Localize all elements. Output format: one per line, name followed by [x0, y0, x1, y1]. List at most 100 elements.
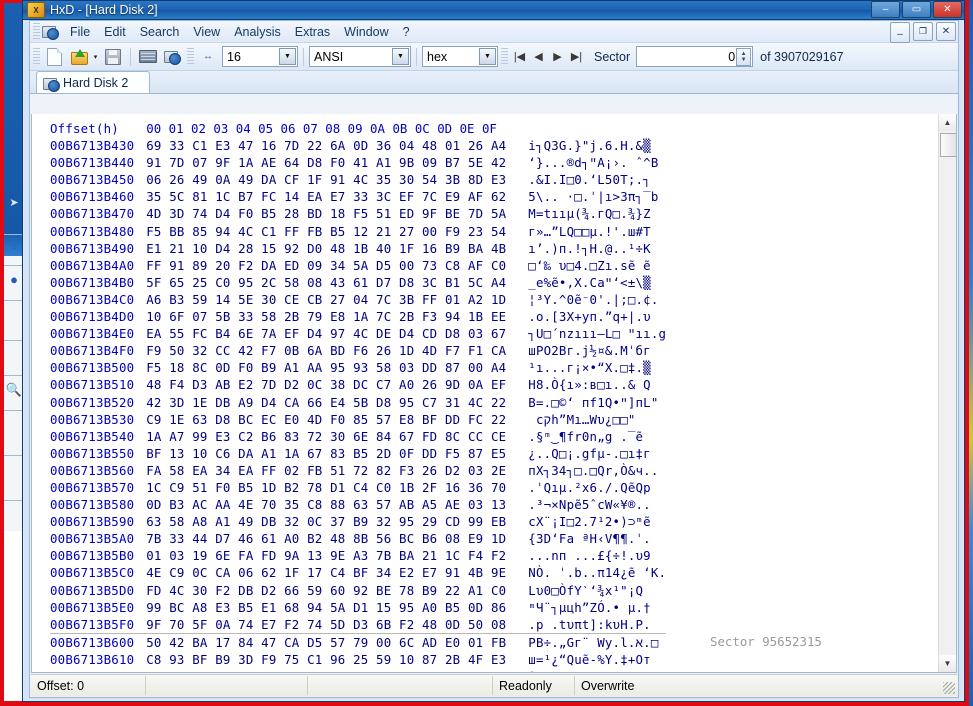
hex-row-ascii[interactable]: шPО2Bг.j½¤&.Mˈбг — [506, 342, 666, 359]
hex-row[interactable]: 00B6713B5F0 9F 70 5F 0A 74 E7 F2 74 5D D3… — [50, 616, 666, 634]
hex-row-bytes[interactable]: 7C 27 2C A7 F5 D4 B9 ED D9 72 CB 3B D7 1… — [146, 668, 506, 672]
mdi-close-button[interactable]: ✕ — [936, 22, 956, 41]
spinner-down-icon[interactable]: ▼ — [741, 57, 747, 63]
open-disk-button[interactable] — [161, 46, 183, 68]
hex-row[interactable]: 00B6713B500 F5 18 8C 0D F0 B9 A1 AA 95 93… — [50, 359, 666, 376]
window-maximize-button[interactable]: ▭ — [902, 1, 931, 18]
chevron-down-icon[interactable]: ▼ — [392, 48, 409, 65]
hex-row-bytes[interactable]: F5 BB 85 94 4C C1 FF FB B5 12 21 27 00 F… — [146, 223, 506, 240]
hex-row-ascii[interactable]: .ˈQıμ.²x6./.QẽQp — [506, 479, 666, 496]
open-file-button[interactable] — [67, 46, 89, 68]
hex-scroll-area[interactable]: Offset(h) 00 01 02 03 04 05 06 07 08 09 … — [32, 114, 939, 672]
hex-row[interactable]: 00B6713B460 35 5C 81 1C B7 FC 14 EA E7 33… — [50, 188, 666, 205]
hex-row-ascii[interactable]: □‘‰ υ□4.□Zı.sẽ ẽ — [506, 257, 666, 274]
hex-row-ascii[interactable]: .&I.I□0.‘L50T;.┐ — [506, 171, 666, 188]
hex-row[interactable]: 00B6713B530 C9 1E 63 D8 BC EC E0 4D F0 85… — [50, 411, 666, 428]
hex-row[interactable]: 00B6713B520 42 3D 1E DB A9 D4 CA 66 E4 5B… — [50, 394, 666, 411]
hex-row[interactable]: 00B6713B5B0 01 03 19 6E FA FD 9A 13 9E A3… — [50, 547, 666, 564]
hex-row-bytes[interactable]: C9 1E 63 D8 BC EC E0 4D F0 85 57 E8 BF D… — [146, 411, 506, 428]
hex-row-ascii[interactable]: i┐Q3G.}"j.6.H.&▒ — [506, 137, 666, 154]
window-close-button[interactable]: ✕ — [933, 1, 962, 18]
hex-row[interactable]: 00B6713B510 48 F4 D3 AB E2 7D D2 0C 38 DC… — [50, 376, 666, 393]
toolbar-gripper-1[interactable] — [33, 48, 40, 65]
goto-next-sector-button[interactable]: ▶ — [548, 47, 567, 67]
number-base-combo[interactable]: hex ▼ — [422, 46, 498, 67]
chevron-down-icon[interactable]: ▼ — [279, 48, 296, 65]
hex-row-bytes[interactable]: BF 13 10 C6 DA A1 1A 67 83 B5 2D 0F DD F… — [146, 445, 506, 462]
scroll-up-button[interactable]: ▲ — [939, 114, 956, 131]
hex-row-ascii[interactable]: г»…”LQ□□μ.!'.ш#T — [506, 223, 666, 240]
hex-row[interactable]: 00B6713B5D0 FD 4C 30 F2 DB D2 66 59 60 92… — [50, 582, 666, 599]
hex-row-bytes[interactable]: 35 5C 81 1C B7 FC 14 EA E7 33 3C EF 7C E… — [146, 188, 506, 205]
hex-row[interactable]: 00B6713B4B0 5F 65 25 C0 95 2C 58 08 43 61… — [50, 274, 666, 291]
mdi-restore-button[interactable]: ❐ — [913, 22, 933, 41]
hex-row[interactable]: 00B6713B570 1C C9 51 F0 B5 1D B2 78 D1 C4… — [50, 479, 666, 496]
hex-row[interactable]: 00B6713B4D0 10 6F 07 5B 33 58 2B 79 E8 1A… — [50, 308, 666, 325]
open-recent-dropdown[interactable]: ▾ — [90, 53, 101, 61]
hex-row[interactable]: 00B6713B540 1A A7 99 E3 C2 B6 83 72 30 6E… — [50, 428, 666, 445]
tab-hard-disk-2[interactable]: Hard Disk 2 — [36, 71, 150, 93]
hex-row-bytes[interactable]: F5 18 8C 0D F0 B9 A1 AA 95 93 58 03 DD 8… — [146, 359, 506, 376]
hex-row[interactable]: 00B6713B430 69 33 C1 E3 47 16 7D 22 6A 0D… — [50, 137, 666, 154]
hex-row-ascii[interactable]: 5\.. ·□.ˈ|ı>3π┐‾b — [506, 188, 666, 205]
hex-row-ascii[interactable]: NÒ. ˈ.b..π14¿ẽ ‘K. — [506, 564, 666, 581]
hex-row-ascii[interactable]: Lυ0□ÒfYˋ‘¾x¹"¡Q — [506, 582, 666, 599]
hex-row[interactable]: 00B6713B480 F5 BB 85 94 4C C1 FF FB B5 12… — [50, 223, 666, 240]
hex-row[interactable]: 00B6713B4F0 F9 50 32 CC 42 F7 0B 6A BD F6… — [50, 342, 666, 359]
hex-editor-pane[interactable]: Offset(h) 00 01 02 03 04 05 06 07 08 09 … — [31, 114, 957, 673]
hex-row-bytes[interactable]: 5F 65 25 C0 95 2C 58 08 43 61 D7 D8 3C B… — [146, 274, 506, 291]
menu-item-window[interactable]: Window — [337, 23, 395, 41]
hex-row[interactable]: 00B6713B5C0 4E C9 0C CA 06 62 1F 17 C4 BF… — [50, 564, 666, 581]
menu-item-file[interactable]: File — [63, 23, 97, 41]
toolbar-gripper-3[interactable] — [501, 48, 508, 65]
hex-row-bytes[interactable]: 69 33 C1 E3 47 16 7D 22 6A 0D 36 04 48 0… — [146, 137, 506, 154]
hex-row[interactable]: 00B6713B4C0 A6 B3 59 14 5E 30 CE CB 27 04… — [50, 291, 666, 308]
toolbar-gripper-2[interactable] — [187, 48, 194, 65]
hex-row-ascii[interactable]: .§ᵐ‿¶fr0n„g .‾ẽ — [506, 428, 666, 445]
hex-row-ascii[interactable]: ш=¹¿“Quẽ-%Y.‡+Oт — [506, 651, 666, 668]
mdi-minimize-button[interactable]: – — [890, 22, 910, 43]
hex-row-ascii[interactable]: M=tııμ(¾.гQ□.¾}Z — [506, 205, 666, 222]
new-file-button[interactable] — [43, 46, 65, 68]
hex-row[interactable]: 00B6713B450 06 26 49 0A 49 DA CF 1F 91 4C… — [50, 171, 666, 188]
scroll-down-button[interactable]: ▼ — [939, 655, 956, 672]
hex-row-bytes[interactable]: 9F 70 5F 0A 74 E7 F2 74 5D D3 6B F2 48 0… — [146, 616, 506, 634]
hex-row-bytes[interactable]: 7B 33 44 D7 46 61 A0 B2 48 8B 56 BC B6 0… — [146, 530, 506, 547]
hex-row-bytes[interactable]: F9 50 32 CC 42 F7 0B 6A BD F6 26 1D 4D F… — [146, 342, 506, 359]
hex-row-ascii[interactable]: .p .tυπt]:kυH.P. — [506, 616, 666, 634]
hex-row[interactable]: 00B6713B490 E1 21 10 D4 28 15 92 D0 48 1B… — [50, 240, 666, 257]
hex-row-bytes[interactable]: 91 7D 07 9F 1A AE 64 D8 F0 41 A1 9B 09 B… — [146, 154, 506, 171]
bytes-per-row-icon-button[interactable]: ↔ — [197, 46, 219, 68]
hex-row-bytes[interactable]: FF 91 89 20 F2 DA ED 09 34 5A D5 00 73 C… — [146, 257, 506, 274]
hex-row[interactable]: 00B6713B550 BF 13 10 C6 DA A1 1A 67 83 B5… — [50, 445, 666, 462]
sector-spinner[interactable]: ▲ ▼ — [736, 48, 752, 66]
hex-row-ascii[interactable]: ¦³Y.^0ẽ⁻0'.|;□.¢. — [506, 291, 666, 308]
menu-item-search[interactable]: Search — [133, 23, 187, 41]
menu-item-help[interactable]: ? — [396, 23, 417, 41]
hex-row[interactable]: 00B6713B5E0 99 BC A8 E3 B5 E1 68 94 5A D1… — [50, 599, 666, 616]
hex-row[interactable]: 00B6713B590 63 58 A8 A1 49 DB 32 0C 37 B9… — [50, 513, 666, 530]
hex-row[interactable]: 00B6713B610 C8 93 BF B9 3D F9 75 C1 96 25… — [50, 651, 666, 668]
hex-row-bytes[interactable]: FD 4C 30 F2 DB D2 66 59 60 92 BE 78 B9 2… — [146, 582, 506, 599]
hex-row-ascii[interactable]: {3D‘Fa ªH‹V¶¶.ˈ. — [506, 530, 666, 547]
hex-row-ascii[interactable]: .o.[3X+yп.”q+|.υ — [506, 308, 666, 325]
hex-row-ascii[interactable]: PB÷.„Gг¨ Wy.l.א.□ — [506, 632, 667, 651]
window-minimize-button[interactable]: – — [871, 1, 900, 18]
hex-row[interactable]: 00B6713B5A0 7B 33 44 D7 46 61 A0 B2 48 8B… — [50, 530, 666, 547]
hex-table[interactable]: Offset(h) 00 01 02 03 04 05 06 07 08 09 … — [50, 120, 667, 672]
goto-first-sector-button[interactable]: |◀ — [510, 47, 529, 67]
hex-row-bytes[interactable]: 4E C9 0C CA 06 62 1F 17 C4 BF 34 E2 E7 9… — [146, 564, 506, 581]
chevron-down-icon[interactable]: ▼ — [479, 48, 496, 65]
hex-row[interactable]: 00B6713B440 91 7D 07 9F 1A AE 64 D8 F0 41… — [50, 154, 666, 171]
hex-row-ascii[interactable]: B=.□©ʻ пf1Q•ʺ]пL" — [506, 394, 666, 411]
hex-row-bytes[interactable]: 63 58 A8 A1 49 DB 32 0C 37 B9 32 95 29 C… — [146, 513, 506, 530]
hex-row-ascii[interactable]: ¿..Q□¡.gfμ-.□ı‡г — [506, 445, 666, 462]
hex-row-ascii[interactable]: ┐U□´nzııı—L□ ʺıı.g — [506, 325, 666, 342]
hex-row-bytes[interactable]: 42 3D 1E DB A9 D4 CA 66 E4 5B D8 95 C7 3… — [146, 394, 506, 411]
hex-row-bytes[interactable]: 1A A7 99 E3 C2 B6 83 72 30 6E 84 67 FD 8… — [146, 428, 506, 445]
goto-last-sector-button[interactable]: ▶| — [567, 47, 586, 67]
open-ram-button[interactable] — [137, 46, 159, 68]
hex-row-ascii[interactable]: ¹ı...г¡×•“X.□‡.▒ — [506, 359, 666, 376]
hex-row-bytes[interactable]: 48 F4 D3 AB E2 7D D2 0C 38 DC C7 A0 26 9… — [146, 376, 506, 393]
hex-row-ascii[interactable]: _e%ẽ•,X.Caʺʻ<±\▒ — [506, 274, 666, 291]
